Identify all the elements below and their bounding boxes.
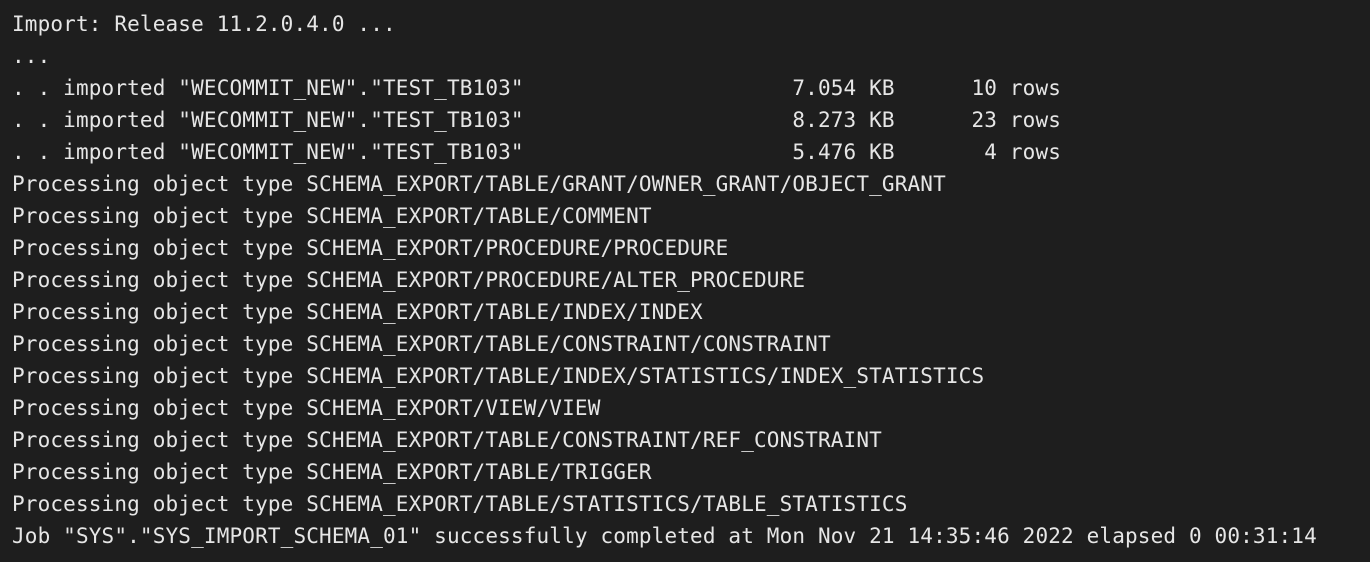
terminal-line: Processing object type SCHEMA_EXPORT/TAB… bbox=[12, 332, 831, 356]
terminal-line: Processing object type SCHEMA_EXPORT/TAB… bbox=[12, 428, 882, 452]
terminal-line: Job "SYS"."SYS_IMPORT_SCHEMA_01" success… bbox=[12, 524, 1317, 548]
terminal-line: Processing object type SCHEMA_EXPORT/PRO… bbox=[12, 268, 806, 292]
terminal-line: Processing object type SCHEMA_EXPORT/TAB… bbox=[12, 364, 985, 388]
terminal-line: Processing object type SCHEMA_EXPORT/TAB… bbox=[12, 204, 652, 228]
terminal-output[interactable]: Import: Release 11.2.0.4.0 ... ... . . i… bbox=[0, 0, 1370, 562]
terminal-line: Processing object type SCHEMA_EXPORT/TAB… bbox=[12, 492, 908, 516]
terminal-line: Processing object type SCHEMA_EXPORT/TAB… bbox=[12, 460, 652, 484]
terminal-line: . . imported "WECOMMIT_NEW"."TEST_TB103"… bbox=[12, 76, 1062, 100]
terminal-line: Processing object type SCHEMA_EXPORT/PRO… bbox=[12, 236, 729, 260]
terminal-line: Processing object type SCHEMA_EXPORT/TAB… bbox=[12, 300, 703, 324]
terminal-line: Processing object type SCHEMA_EXPORT/VIE… bbox=[12, 396, 601, 420]
terminal-line: Import: Release 11.2.0.4.0 ... bbox=[12, 12, 396, 36]
terminal-line: ... bbox=[12, 44, 51, 68]
terminal-line: Processing object type SCHEMA_EXPORT/TAB… bbox=[12, 172, 946, 196]
terminal-line: . . imported "WECOMMIT_NEW"."TEST_TB103"… bbox=[12, 108, 1062, 132]
terminal-line: . . imported "WECOMMIT_NEW"."TEST_TB103"… bbox=[12, 140, 1062, 164]
